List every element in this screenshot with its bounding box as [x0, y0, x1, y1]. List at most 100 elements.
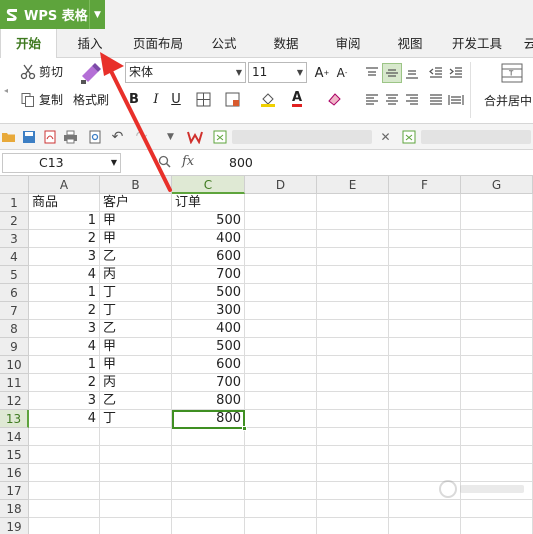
distributed-align-icon[interactable]	[446, 90, 466, 110]
cell-d13[interactable]	[245, 410, 317, 428]
underline-icon[interactable]: U	[166, 89, 186, 109]
cell-a12[interactable]: 3	[29, 392, 100, 410]
cell-c5[interactable]: 700	[172, 266, 245, 284]
cell-e7[interactable]	[317, 302, 389, 320]
indent-decrease-icon[interactable]	[426, 63, 446, 83]
cut-button[interactable]: 剪切	[20, 63, 63, 80]
cell-f3[interactable]	[389, 230, 461, 248]
cell-c8[interactable]: 400	[172, 320, 245, 338]
row-header[interactable]: 7	[0, 302, 29, 320]
cell-g10[interactable]	[461, 356, 533, 374]
cell-c2[interactable]: 500	[172, 212, 245, 230]
font-color-icon[interactable]: A	[287, 89, 307, 109]
cell-f9[interactable]	[389, 338, 461, 356]
cell-b17[interactable]	[100, 482, 172, 500]
column-header-f[interactable]: F	[389, 176, 461, 194]
cell-g2[interactable]	[461, 212, 533, 230]
cell-c19[interactable]	[172, 518, 245, 534]
cell-f11[interactable]	[389, 374, 461, 392]
cell-e10[interactable]	[317, 356, 389, 374]
cell-d14[interactable]	[245, 428, 317, 446]
cell-e17[interactable]	[317, 482, 389, 500]
cell-e9[interactable]	[317, 338, 389, 356]
cell-b6[interactable]: 丁	[100, 284, 172, 302]
cell-d9[interactable]	[245, 338, 317, 356]
row-header[interactable]: 4	[0, 248, 29, 266]
row-header[interactable]: 3	[0, 230, 29, 248]
zoom-search-icon[interactable]	[158, 155, 171, 171]
font-size-select[interactable]: 11 ▼	[248, 62, 307, 83]
cell-f5[interactable]	[389, 266, 461, 284]
cell-a4[interactable]: 3	[29, 248, 100, 266]
tab-page-layout[interactable]: 页面布局	[126, 29, 190, 58]
cell-g4[interactable]	[461, 248, 533, 266]
cell-d3[interactable]	[245, 230, 317, 248]
wps-docer-icon[interactable]	[186, 128, 203, 145]
cell-f15[interactable]	[389, 446, 461, 464]
cell-c12[interactable]: 800	[172, 392, 245, 410]
cell-d15[interactable]	[245, 446, 317, 464]
tab-formulas[interactable]: 公式	[200, 29, 248, 58]
cell-c1[interactable]: 订单	[172, 194, 245, 212]
cell-d10[interactable]	[245, 356, 317, 374]
name-box[interactable]: C13 ▼	[2, 153, 121, 173]
align-top-icon[interactable]	[362, 63, 382, 83]
row-header[interactable]: 19	[0, 518, 29, 534]
cell-f7[interactable]	[389, 302, 461, 320]
cell-a15[interactable]	[29, 446, 100, 464]
cell-d8[interactable]	[245, 320, 317, 338]
cell-c14[interactable]	[172, 428, 245, 446]
cell-c18[interactable]	[172, 500, 245, 518]
increase-font-icon[interactable]: A +	[312, 63, 332, 83]
cell-a6[interactable]: 1	[29, 284, 100, 302]
cell-c15[interactable]	[172, 446, 245, 464]
borders-icon[interactable]	[193, 89, 213, 109]
tab-review[interactable]: 审阅	[324, 29, 372, 58]
cell-e18[interactable]	[317, 500, 389, 518]
cell-a1[interactable]: 商品	[29, 194, 100, 212]
row-header[interactable]: 12	[0, 392, 29, 410]
cell-f8[interactable]	[389, 320, 461, 338]
cell-d11[interactable]	[245, 374, 317, 392]
cell-e2[interactable]	[317, 212, 389, 230]
cell-a8[interactable]: 3	[29, 320, 100, 338]
cell-e1[interactable]	[317, 194, 389, 212]
merge-center-button[interactable]: 合并居中	[484, 92, 532, 109]
cell-a19[interactable]	[29, 518, 100, 534]
undo-icon[interactable]: ↶	[109, 128, 126, 145]
cell-d18[interactable]	[245, 500, 317, 518]
tab-developer[interactable]: 开发工具	[446, 29, 508, 58]
align-left-icon[interactable]	[362, 90, 382, 110]
cell-c6[interactable]: 500	[172, 284, 245, 302]
row-header[interactable]: 13	[0, 410, 29, 428]
cell-g12[interactable]	[461, 392, 533, 410]
italic-icon[interactable]: I	[146, 89, 166, 109]
row-header[interactable]: 18	[0, 500, 29, 518]
cell-a2[interactable]: 1	[29, 212, 100, 230]
cell-d7[interactable]	[245, 302, 317, 320]
cell-e5[interactable]	[317, 266, 389, 284]
format-painter-icon[interactable]	[78, 62, 104, 86]
insert-function-icon[interactable]: fx	[182, 154, 194, 169]
export-pdf-icon[interactable]	[41, 128, 58, 145]
cell-b2[interactable]: 甲	[100, 212, 172, 230]
ribbon-scroll-left-icon[interactable]: ◂	[4, 86, 8, 95]
row-header[interactable]: 8	[0, 320, 29, 338]
cell-b10[interactable]: 甲	[100, 356, 172, 374]
cell-g7[interactable]	[461, 302, 533, 320]
cell-f6[interactable]	[389, 284, 461, 302]
cell-c4[interactable]: 600	[172, 248, 245, 266]
cell-f1[interactable]	[389, 194, 461, 212]
cell-b15[interactable]	[100, 446, 172, 464]
cell-b8[interactable]: 乙	[100, 320, 172, 338]
align-middle-icon[interactable]	[382, 63, 402, 83]
cell-b1[interactable]: 客户	[100, 194, 172, 212]
tab-view[interactable]: 视图	[386, 29, 434, 58]
cell-b12[interactable]: 乙	[100, 392, 172, 410]
cell-f18[interactable]	[389, 500, 461, 518]
justify-icon[interactable]	[426, 90, 446, 110]
align-right-icon[interactable]	[402, 90, 422, 110]
cell-f12[interactable]	[389, 392, 461, 410]
cell-g9[interactable]	[461, 338, 533, 356]
select-all-corner[interactable]	[0, 176, 29, 194]
